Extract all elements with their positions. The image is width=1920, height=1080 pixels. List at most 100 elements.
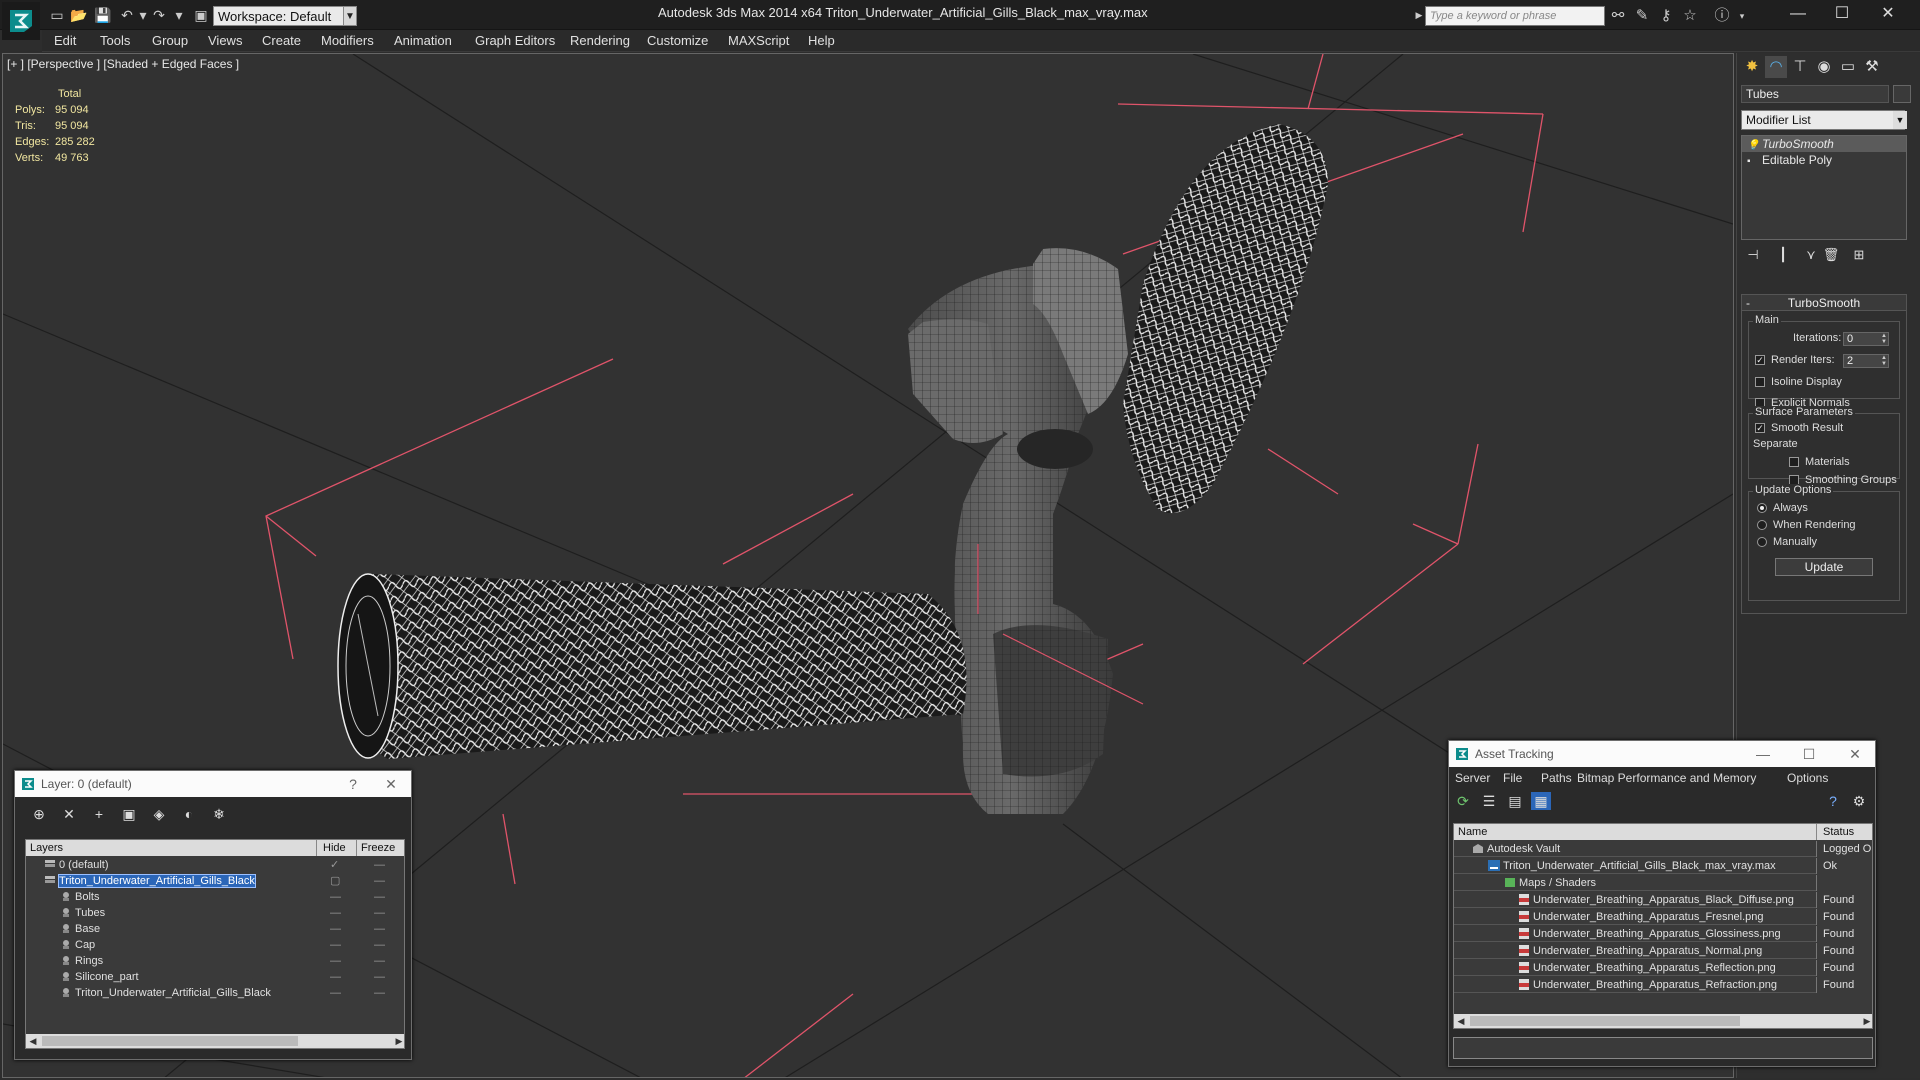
hide-toggle[interactable]: — <box>330 905 341 921</box>
menu-help[interactable]: Help <box>808 33 835 48</box>
scroll-left-icon[interactable]: ◀ <box>26 1034 40 1048</box>
remove-modifier-icon[interactable]: 🗑 <box>1821 247 1841 265</box>
asset-row[interactable]: Underwater_Breathing_Apparatus_Black_Dif… <box>1454 892 1872 908</box>
asset-row[interactable]: Autodesk Vault Logged O <box>1454 841 1872 857</box>
close-icon[interactable]: ✕ <box>1866 2 1910 26</box>
hide-toggle[interactable]: ▢ <box>330 873 340 889</box>
freeze-toggle[interactable]: — <box>374 905 385 921</box>
create-layer-icon[interactable]: ⊕ <box>29 805 49 823</box>
search-input[interactable] <box>1425 6 1605 26</box>
hierarchy-tab-icon[interactable]: ⊤ <box>1789 56 1811 78</box>
layer-row[interactable]: Triton_Underwater_Artificial_Gills_Black… <box>26 873 404 889</box>
refresh-icon[interactable]: ⟳ <box>1453 792 1473 810</box>
minimize-icon[interactable]: — <box>1745 741 1781 767</box>
table-view-icon[interactable]: ▦ <box>1531 792 1551 810</box>
layer-row[interactable]: Rings — — <box>26 953 404 969</box>
help-dropdown-icon[interactable]: ▾ <box>1732 6 1752 26</box>
stack-item-turbosmooth[interactable]: 💡 TurboSmooth <box>1742 136 1906 152</box>
right-tube[interactable] <box>1123 124 1328 514</box>
redo-icon[interactable]: ↷ <box>150 6 168 24</box>
materials-checkbox[interactable]: Materials <box>1789 456 1850 468</box>
render-iters-checkbox[interactable]: ✓ Render Iters: <box>1755 354 1835 366</box>
hide-toggle[interactable]: — <box>330 921 341 937</box>
column-hide[interactable]: Hide <box>316 840 356 856</box>
object-color-swatch[interactable] <box>1893 85 1911 103</box>
layer-row[interactable]: Tubes — — <box>26 905 404 921</box>
menu-options[interactable]: Options <box>1787 771 1828 785</box>
viewport-label[interactable]: [+ ] [Perspective ] [Shaded + Edged Face… <box>7 57 239 71</box>
scroll-right-icon[interactable]: ▶ <box>1860 1014 1872 1028</box>
save-icon[interactable]: 💾 <box>94 6 112 24</box>
column-layers[interactable]: Layers <box>30 840 63 856</box>
menu-rendering[interactable]: Rendering <box>570 33 630 48</box>
asset-row[interactable]: Underwater_Breathing_Apparatus_Fresnel.p… <box>1454 909 1872 925</box>
maximize-icon[interactable]: ☐ <box>1820 2 1864 26</box>
stack-item-editable-poly[interactable]: ▪ Editable Poly <box>1742 152 1906 168</box>
scroll-right-icon[interactable]: ▶ <box>392 1034 404 1048</box>
close-icon[interactable]: ✕ <box>1837 741 1873 767</box>
scroll-left-icon[interactable]: ◀ <box>1454 1014 1468 1028</box>
scroll-thumb[interactable] <box>1470 1016 1740 1026</box>
scroll-thumb[interactable] <box>42 1036 298 1046</box>
hide-toggle[interactable]: — <box>330 985 341 1001</box>
column-status[interactable]: Status <box>1816 824 1872 840</box>
select-objects-icon[interactable]: ▣ <box>119 805 139 823</box>
delete-layer-icon[interactable]: ✕ <box>59 805 79 823</box>
help-icon[interactable]: ⓘ <box>1712 6 1732 26</box>
modify-tab-icon[interactable]: ◠ <box>1765 56 1787 78</box>
key-icon[interactable]: ⚷ <box>1656 6 1676 26</box>
expand-icon[interactable]: ▪ <box>1747 154 1751 170</box>
menu-server[interactable]: Server <box>1455 771 1490 785</box>
new-file-icon[interactable]: ▭ <box>48 6 66 24</box>
show-end-result-icon[interactable]: ┃ <box>1773 247 1793 265</box>
freeze-toggle[interactable]: — <box>374 969 385 985</box>
column-name[interactable]: Name <box>1458 824 1487 840</box>
communication-center-icon[interactable]: ✎ <box>1632 6 1652 26</box>
thumbnail-view-icon[interactable]: ▤ <box>1505 792 1525 810</box>
update-always-radio[interactable]: Always <box>1757 502 1808 514</box>
hide-toggle[interactable]: — <box>330 953 341 969</box>
asset-row[interactable]: Triton_Underwater_Artificial_Gills_Black… <box>1454 858 1872 874</box>
chevron-down-icon[interactable]: ▼ <box>1893 111 1907 129</box>
hide-all-icon[interactable]: ◐ <box>179 805 199 823</box>
hide-toggle[interactable]: — <box>330 937 341 953</box>
column-freeze[interactable]: Freeze <box>356 840 404 856</box>
menu-edit[interactable]: Edit <box>54 33 76 48</box>
left-tube[interactable] <box>337 573 967 759</box>
menu-graph-editors[interactable]: Graph Editors <box>475 33 555 48</box>
menu-paths[interactable]: Paths <box>1541 771 1572 785</box>
app-logo-icon[interactable] <box>2 2 40 40</box>
smooth-result-checkbox[interactable]: ✓ Smooth Result <box>1755 422 1843 434</box>
display-tab-icon[interactable]: ▭ <box>1837 56 1859 78</box>
asset-path-field[interactable] <box>1453 1037 1873 1059</box>
list-view-icon[interactable]: ☰ <box>1479 792 1499 810</box>
settings-icon[interactable]: ⚙ <box>1849 792 1869 810</box>
highlight-layer-icon[interactable]: ◈ <box>149 805 169 823</box>
asset-row[interactable]: Maps / Shaders <box>1454 875 1872 891</box>
freeze-toggle[interactable]: — <box>374 921 385 937</box>
utilities-tab-icon[interactable]: ⚒ <box>1861 56 1883 78</box>
menu-create[interactable]: Create <box>262 33 301 48</box>
minimize-icon[interactable]: — <box>1776 2 1820 26</box>
workspace-select[interactable]: Workspace: Default <box>213 6 350 26</box>
motion-tab-icon[interactable]: ◉ <box>1813 56 1835 78</box>
update-when-rendering-radio[interactable]: When Rendering <box>1757 519 1856 531</box>
freeze-all-icon[interactable]: ❄ <box>209 805 229 823</box>
freeze-toggle[interactable]: — <box>374 953 385 969</box>
menu-animation[interactable]: Animation <box>394 33 452 48</box>
asset-row[interactable]: Underwater_Breathing_Apparatus_Normal.pn… <box>1454 943 1872 959</box>
layer-row[interactable]: Triton_Underwater_Artificial_Gills_Black… <box>26 985 404 1001</box>
maximize-icon[interactable]: ☐ <box>1791 741 1827 767</box>
hide-toggle[interactable]: — <box>330 889 341 905</box>
active-layer-check-icon[interactable]: ✓ <box>330 857 339 873</box>
freeze-toggle[interactable]: — <box>374 937 385 953</box>
configure-sets-icon[interactable]: ⊞ <box>1849 247 1869 265</box>
binoculars-icon[interactable]: ⚯ <box>1608 6 1628 26</box>
freeze-toggle[interactable]: — <box>374 873 385 889</box>
add-to-layer-icon[interactable]: + <box>89 805 109 823</box>
horizontal-scrollbar[interactable]: ◀ ▶ <box>26 1034 404 1048</box>
menu-customize[interactable]: Customize <box>647 33 708 48</box>
menu-modifiers[interactable]: Modifiers <box>321 33 374 48</box>
chevron-down-icon[interactable]: ▼ <box>343 6 357 26</box>
close-icon[interactable]: ✕ <box>373 771 409 797</box>
